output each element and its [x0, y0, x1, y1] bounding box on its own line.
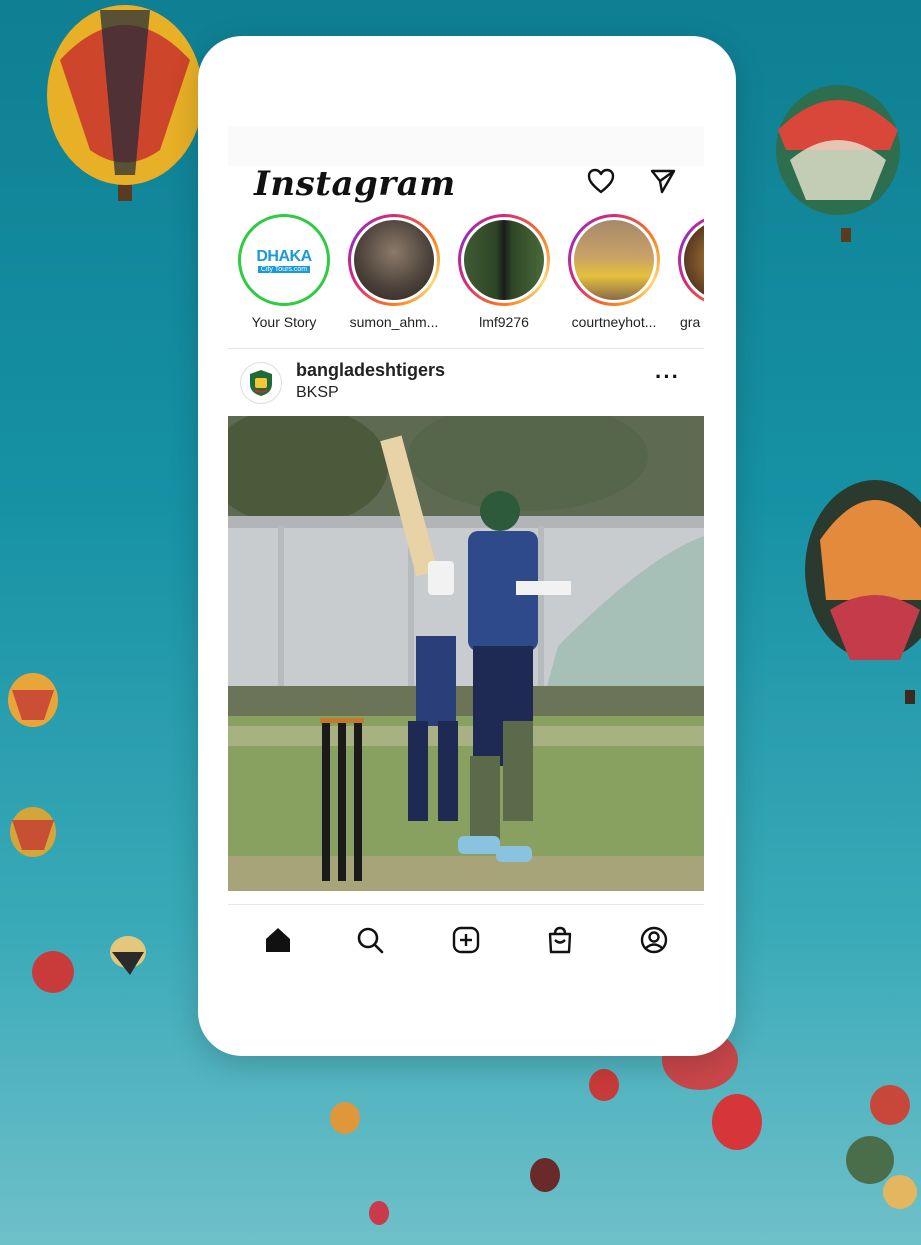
avatar: DHAKA City Tours.com	[244, 220, 324, 300]
story-item[interactable]: courtneyhot...	[564, 214, 664, 330]
story-label: lmf9276	[479, 314, 529, 330]
shop-icon[interactable]	[540, 920, 580, 960]
story-item[interactable]: gra	[674, 214, 704, 330]
add-post-icon[interactable]	[446, 920, 486, 960]
balloon	[10, 807, 56, 857]
balloon	[32, 951, 74, 993]
balloon	[369, 1201, 389, 1225]
story-ring	[678, 214, 704, 306]
balloon	[883, 1175, 917, 1209]
story-item[interactable]: sumon_ahm...	[344, 214, 444, 330]
story-ring	[568, 214, 660, 306]
story-item[interactable]: lmf9276	[454, 214, 554, 330]
stories-tray[interactable]: DHAKA City Tours.com Your Story sumon_ah…	[234, 214, 704, 342]
profile-icon[interactable]	[634, 920, 674, 960]
search-icon[interactable]	[350, 920, 390, 960]
avatar	[574, 220, 654, 300]
avatar[interactable]	[240, 362, 282, 404]
more-options-icon[interactable]: ···	[655, 364, 680, 390]
home-icon[interactable]	[258, 920, 298, 960]
send-icon[interactable]	[646, 164, 680, 198]
balloon	[330, 1102, 360, 1134]
balloon	[776, 85, 900, 242]
story-item[interactable]: DHAKA City Tours.com Your Story	[234, 214, 334, 330]
story-label: sumon_ahm...	[349, 314, 439, 330]
divider	[228, 348, 704, 349]
story-label: Your Story	[251, 314, 317, 330]
post-header: bangladeshtigers BKSP ···	[240, 356, 690, 408]
balloon	[846, 1136, 894, 1184]
phone-frame: Instagram DHAKA City Tours.com Your Stor…	[198, 36, 736, 1056]
balloon	[870, 1085, 910, 1125]
balloon	[712, 1094, 762, 1150]
post-image[interactable]	[228, 416, 704, 891]
balloon	[8, 673, 58, 727]
story-ring	[348, 214, 440, 306]
avatar	[354, 220, 434, 300]
balloon	[589, 1069, 619, 1101]
bottom-nav	[228, 904, 704, 974]
instagram-logo[interactable]: Instagram	[254, 164, 456, 204]
heart-icon[interactable]	[584, 164, 618, 198]
story-label: gra	[680, 314, 701, 330]
avatar	[464, 220, 544, 300]
story-ring: DHAKA City Tours.com	[238, 214, 330, 306]
balloon	[530, 1158, 560, 1192]
story-label: courtneyhot...	[571, 314, 657, 330]
balloon	[47, 5, 203, 201]
post-location[interactable]: BKSP	[296, 384, 339, 402]
avatar	[684, 220, 704, 300]
balloon	[110, 936, 146, 975]
balloon	[805, 480, 921, 704]
story-ring	[458, 214, 550, 306]
post-username[interactable]: bangladeshtigers	[296, 360, 445, 381]
